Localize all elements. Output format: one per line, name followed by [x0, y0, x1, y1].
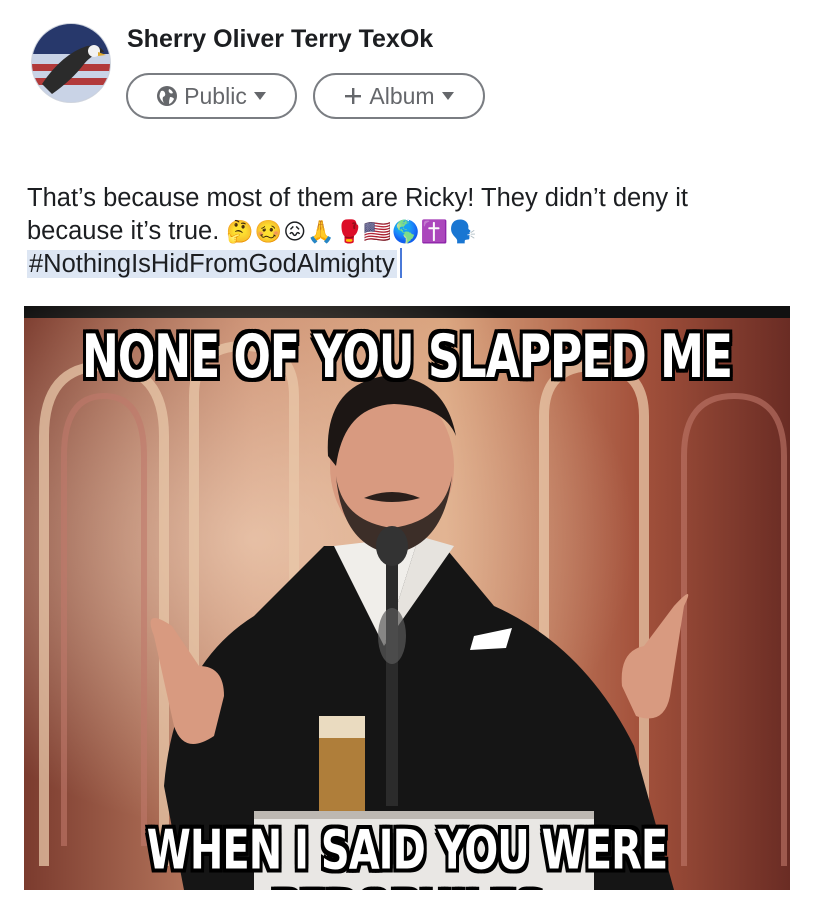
- emoji-string: 🤔🥴😖🙏🥊🇺🇸🌎✝️🗣️: [226, 219, 478, 244]
- meme-image[interactable]: NONE OF YOU SLAPPED ME WHEN I SAID YOU W…: [24, 306, 790, 890]
- album-selector-button[interactable]: Album: [313, 73, 485, 119]
- meme-photo: [24, 306, 790, 890]
- text-cursor: [399, 248, 402, 278]
- post-text-area[interactable]: That’s because most of them are Ricky! T…: [27, 182, 797, 281]
- audience-selector-button[interactable]: Public: [126, 73, 297, 119]
- meme-bottom-caption: WHEN I SAID YOU WERE PEDOPHILES: [146, 819, 668, 890]
- caret-down-icon: [253, 91, 267, 101]
- plus-icon: [343, 86, 363, 106]
- audience-label: Public: [184, 82, 247, 109]
- meme-top-caption: NONE OF YOU SLAPPED ME: [82, 323, 733, 392]
- hashtag-link[interactable]: #NothingIsHidFromGodAlmighty: [27, 250, 397, 278]
- globe-icon: [156, 85, 178, 107]
- avatar[interactable]: [31, 23, 111, 103]
- author-name[interactable]: Sherry Oliver Terry TexOk: [127, 25, 433, 54]
- eagle-flag-avatar-image: [32, 24, 110, 102]
- post-text-line: because it’s true.: [27, 217, 220, 245]
- caret-down-icon: [441, 91, 455, 101]
- album-label: Album: [369, 82, 435, 109]
- post-text-line: That’s because most of them are Ricky! T…: [27, 184, 688, 212]
